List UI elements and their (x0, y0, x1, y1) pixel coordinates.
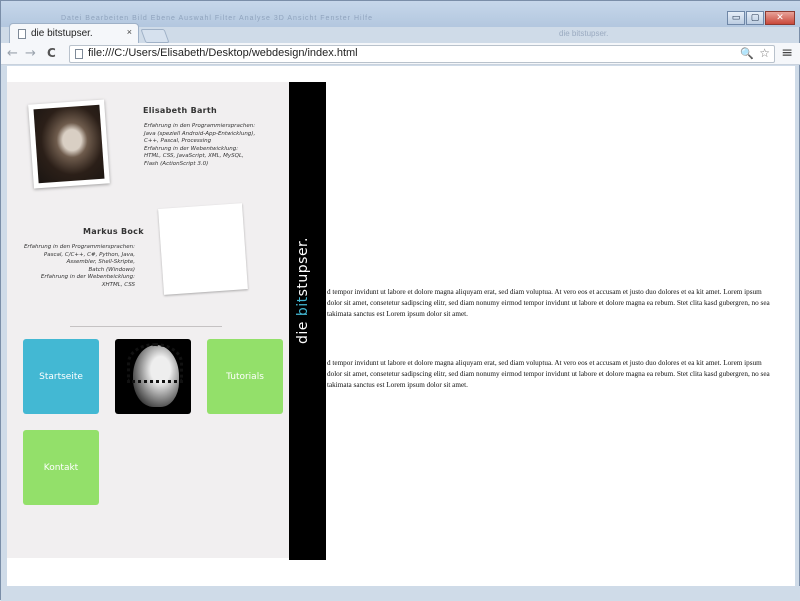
maximize-button[interactable]: ▢ (746, 11, 764, 25)
brand-rest: stupser. (295, 237, 311, 297)
page-icon (18, 28, 26, 39)
background-app-menu: Datei Bearbeiten Bild Ebene Auswahl Filt… (61, 15, 373, 22)
person-name: Elisabeth Barth (143, 106, 218, 115)
team-sidebar: Elisabeth Barth Erfahrung in den Program… (7, 82, 289, 558)
brand-accent: bit (295, 296, 311, 317)
address-bar[interactable]: file:///C:/Users/Elisabeth/Desktop/webde… (69, 45, 775, 63)
nav-tile-tutorials[interactable]: Tutorials (207, 339, 283, 414)
nav-tile-kontakt[interactable]: Kontakt (23, 430, 99, 505)
browser-window: Datei Bearbeiten Bild Ebene Auswahl Filt… (0, 0, 800, 601)
person-description: Erfahrung in den Programmiersprachen: Ja… (144, 123, 256, 167)
page-icon (75, 49, 83, 59)
brand-prefix: die (295, 316, 311, 344)
brand-bar: die bitstupser. (289, 82, 326, 560)
portrait-image (33, 104, 105, 184)
photo-elisabeth (28, 99, 110, 189)
url-text: file:///C:/Users/Elisabeth/Desktop/webde… (88, 47, 358, 59)
browser-tab[interactable]: die bitstupser. × (9, 23, 139, 43)
menu-icon[interactable]: ≡ (781, 45, 793, 61)
electrode-cap-icon (127, 343, 183, 383)
zoom-icon[interactable]: 🔍 (740, 47, 754, 60)
background-window-title: die bitstupser. (559, 29, 609, 38)
window-controls: ▭ ▢ ✕ (727, 11, 795, 25)
person-name: Markus Bock (83, 227, 144, 236)
nav-tile-startseite[interactable]: Startseite (23, 339, 99, 414)
person-description: Erfahrung in den Programmiersprachen: Pa… (23, 244, 135, 288)
photo-markus-placeholder (158, 203, 248, 295)
forward-arrow-icon[interactable]: → (25, 46, 36, 61)
nav-tile-image[interactable] (115, 339, 191, 414)
tab-title: die bitstupser. (31, 28, 93, 39)
page-viewport: Elisabeth Barth Erfahrung in den Program… (7, 66, 795, 586)
reload-icon[interactable]: C (47, 46, 56, 60)
brand-logo: die bitstupser. (295, 237, 311, 344)
content-paragraph: d tempor invidunt ut labore et dolore ma… (327, 359, 770, 389)
content-paragraph: d tempor invidunt ut labore et dolore ma… (327, 288, 770, 318)
browser-toolbar: ← → C file:///C:/Users/Elisabeth/Desktop… (1, 43, 800, 65)
new-tab-button[interactable] (140, 29, 170, 43)
divider (70, 326, 222, 327)
window-frame-bottom (1, 586, 800, 601)
bookmark-star-icon[interactable]: ☆ (759, 46, 770, 60)
minimize-button[interactable]: ▭ (727, 11, 745, 25)
back-arrow-icon[interactable]: ← (7, 46, 18, 61)
tab-close-icon[interactable]: × (127, 27, 132, 37)
close-window-button[interactable]: ✕ (765, 11, 795, 25)
